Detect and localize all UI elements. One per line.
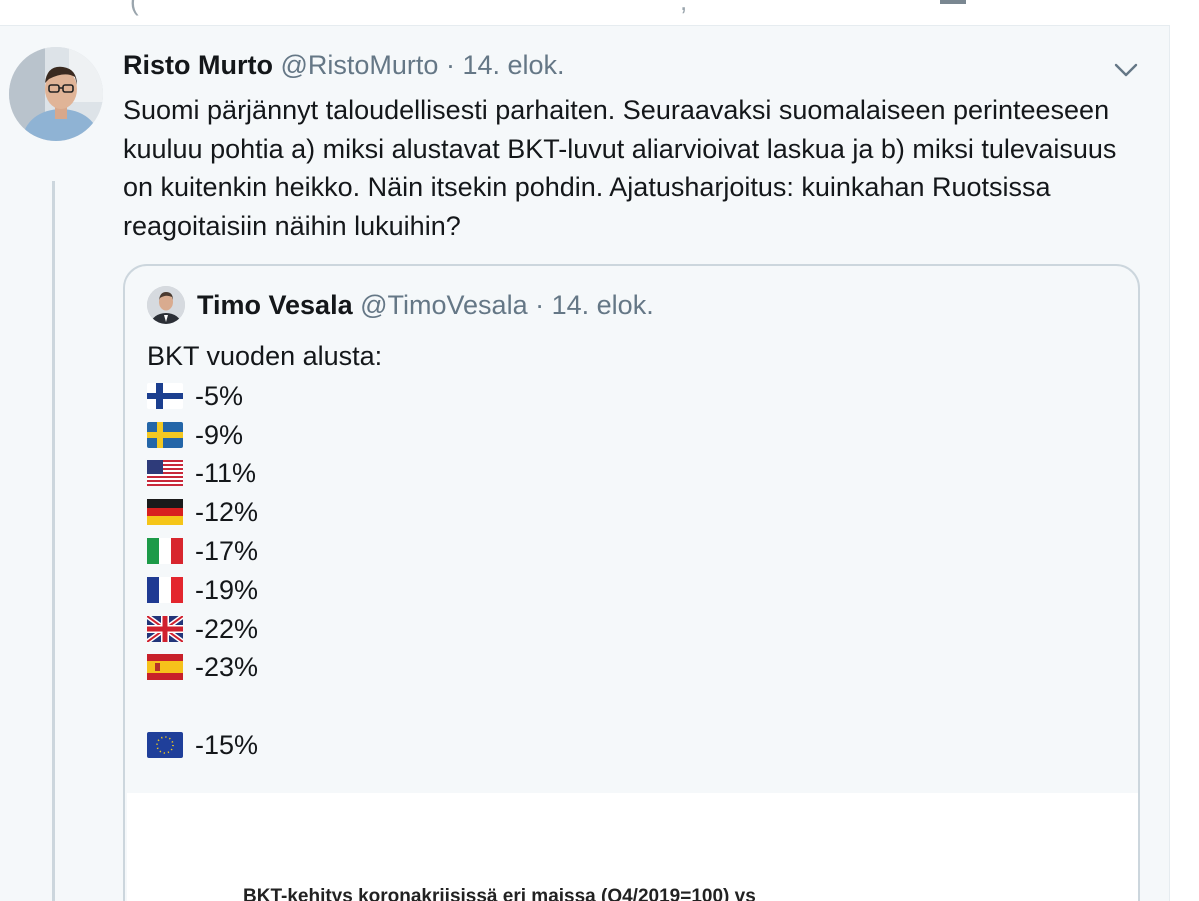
sweden-flag-icon xyxy=(147,422,183,448)
finland-flag-icon xyxy=(147,383,183,409)
quoted-media-image[interactable]: BKT-kehitys koronakriisissä eri maissa (… xyxy=(127,793,1138,901)
spain-flag-icon xyxy=(147,654,183,680)
quoted-author-handle[interactable]: @TimoVesala xyxy=(360,290,527,320)
gdp-row-spain: -23% xyxy=(147,649,258,685)
quoted-tweet-header: Timo Vesala @TimoVesala · 14. elok. xyxy=(197,290,654,321)
quoted-tweet-date[interactable]: 14. elok. xyxy=(552,290,654,320)
italy-flag-icon xyxy=(147,538,183,564)
france-flag-icon xyxy=(147,577,183,603)
quoted-author-name[interactable]: Timo Vesala xyxy=(197,290,353,320)
usa-flag-icon xyxy=(147,460,183,486)
gdp-value: -12% xyxy=(195,496,259,527)
quoted-avatar[interactable] xyxy=(147,286,185,324)
previous-tweet-fragment: , xyxy=(680,0,688,16)
tweet-header: Risto Murto @RistoMurto · 14. elok. xyxy=(123,50,565,81)
gdp-row-usa: -11% xyxy=(147,455,256,491)
gdp-row-uk: -22% xyxy=(147,611,258,647)
eu-flag-icon xyxy=(147,732,183,758)
gdp-value: -19% xyxy=(195,574,259,605)
quoted-intro: BKT vuoden alusta: xyxy=(147,341,383,371)
thread-line xyxy=(52,181,55,901)
author-handle[interactable]: @RistoMurto xyxy=(281,50,439,80)
gdp-row-sweden: -9% xyxy=(147,417,243,453)
avatar[interactable] xyxy=(9,47,103,141)
previous-tweet-icon xyxy=(940,0,966,4)
gdp-row-eu: -15% xyxy=(147,727,258,763)
gdp-value: -11% xyxy=(195,457,257,488)
gdp-row-finland: -5% xyxy=(147,378,243,414)
previous-tweet-strip: ( , xyxy=(0,0,1170,26)
gdp-value: -22% xyxy=(195,613,259,644)
gdp-value: -17% xyxy=(195,535,259,566)
tweet-text: Suomi pärjännyt taloudellisesti parhaite… xyxy=(123,95,1117,241)
gdp-row-france: -19% xyxy=(147,572,258,608)
tweet[interactable]: Risto Murto @RistoMurto · 14. elok. Suom… xyxy=(0,26,1170,901)
author-name[interactable]: Risto Murto xyxy=(123,50,273,80)
chevron-down-icon[interactable] xyxy=(1112,60,1140,80)
gdp-row-germany: -12% xyxy=(147,494,258,530)
gdp-value: -5% xyxy=(195,380,244,411)
media-chart-title: BKT-kehitys koronakriisissä eri maissa (… xyxy=(243,886,756,901)
separator: · xyxy=(535,290,545,320)
previous-tweet-fragment: ( xyxy=(130,0,139,16)
tweet-date[interactable]: 14. elok. xyxy=(462,50,564,80)
gdp-value: -23% xyxy=(195,651,259,682)
separator: · xyxy=(445,50,455,80)
gdp-value: -15% xyxy=(195,729,259,760)
uk-flag-icon xyxy=(147,616,183,642)
gdp-value: -9% xyxy=(195,419,244,450)
gdp-row-italy: -17% xyxy=(147,533,258,569)
quoted-tweet[interactable]: Timo Vesala @TimoVesala · 14. elok. BKT … xyxy=(123,264,1140,901)
germany-flag-icon xyxy=(147,499,183,525)
